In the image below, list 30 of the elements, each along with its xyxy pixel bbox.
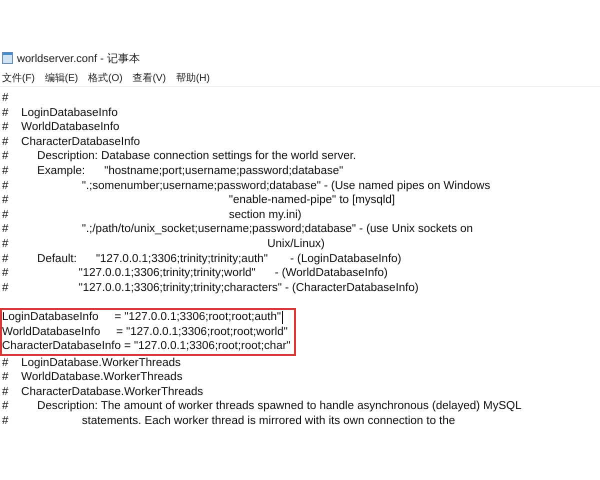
text-line: # statements. Each worker thread is mirrored with its own connection to the — [2, 414, 456, 429]
text-line: # — [2, 91, 8, 106]
menu-item[interactable]: 编辑(E) — [44, 71, 78, 85]
text-line: # Default: "127.0.0.1;3306;trinity;trinity;auth" - (LoginDatabaseInfo) — [2, 252, 402, 266]
text-line: CharacterDatabaseInfo = "127.0.0.1;3306;root;root;char" — [2, 339, 290, 354]
text-line: # Description: Database connection settings for the world server. — [2, 149, 356, 164]
text-line: LoginDatabaseInfo = "127.0.0.1;3306;root;root;auth" — [2, 310, 281, 324]
window-title: worldserver.conf - 记事本 — [17, 52, 140, 66]
notepad-icon — [2, 52, 13, 64]
text-line: # Example: "hostname;port;username;password;database" — [2, 164, 344, 179]
text-line: # WorldDatabaseInfo — [2, 120, 120, 135]
text-cursor — [282, 310, 283, 324]
text-line: # "enable-named-pipe" to [mysqld] — [2, 193, 395, 208]
text-line: # "127.0.0.1;3306;trinity;trinity;characters" - (CharacterDatabaseInfo) — [2, 280, 419, 296]
menu-item[interactable]: 帮助(H) — [176, 71, 210, 85]
text-line: # CharacterDatabase.WorkerThreads — [2, 384, 204, 400]
text-line: # Description: The amount of worker threads spawned to handle asynchronous (delayed) MySQL — [2, 399, 522, 414]
menu-item[interactable]: 文件(F) — [2, 71, 35, 85]
text-line: # Unix/Linux) — [2, 236, 325, 252]
text-line: # ".;/path/to/unix_socket;username;password;database" - (use Unix sockets on — [2, 222, 473, 237]
text-line: # CharacterDatabaseInfo — [2, 134, 140, 150]
menu-item[interactable]: 查看(V) — [132, 71, 166, 85]
text-line: # ".;somenumber;username;password;database" - (Use named pipes on Windows — [2, 178, 490, 194]
text-line: # LoginDatabaseInfo — [2, 106, 118, 120]
text-line: # LoginDatabase.WorkerThreads — [2, 356, 181, 370]
text-line: # WorldDatabase.WorkerThreads — [2, 370, 182, 385]
text-line: WorldDatabaseInfo = "127.0.0.1;3306;root;root;world" — [2, 324, 288, 340]
menu-item[interactable]: 格式(O) — [88, 71, 123, 85]
text-line: # "127.0.0.1;3306;trinity;trinity;world" - (WorldDatabaseInfo) — [2, 266, 388, 281]
text-line: # section my.ini) — [2, 208, 302, 222]
